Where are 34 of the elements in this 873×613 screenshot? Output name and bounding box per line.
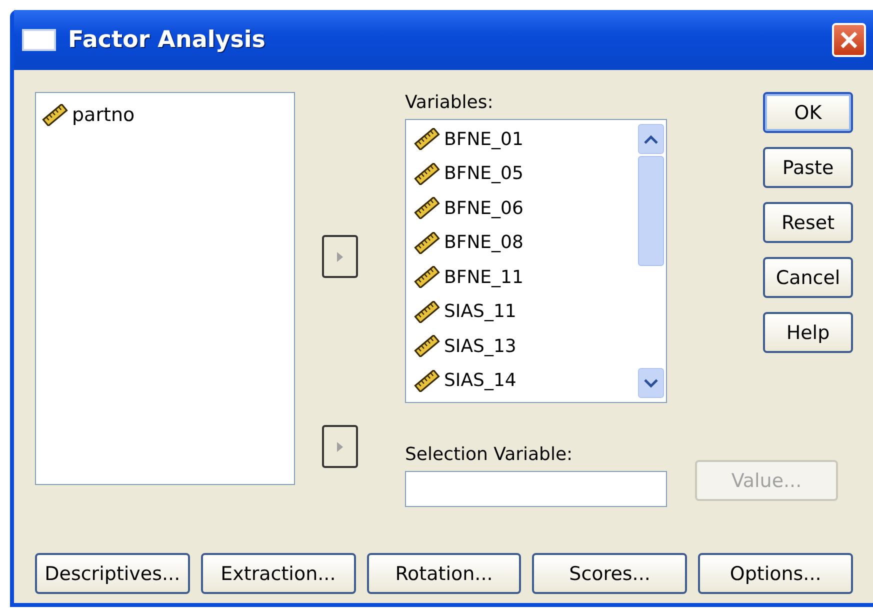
dialog-button[interactable]: Scores... <box>532 553 688 594</box>
variable-item[interactable]: BFNE_11 <box>414 260 636 294</box>
window-icon <box>22 29 56 51</box>
variable-item[interactable]: BFNE_06 <box>414 191 636 226</box>
dialog-button[interactable]: Rotation... <box>366 553 522 594</box>
move-button[interactable] <box>322 425 358 468</box>
variable-item[interactable]: partno <box>42 97 288 132</box>
dialog-button[interactable]: Help <box>763 312 853 353</box>
variable-item[interactable]: SIAS_14 <box>414 364 636 398</box>
source-variable-list[interactable]: partno <box>35 92 295 485</box>
dialog-button[interactable]: Options... <box>698 553 853 594</box>
window-title: Factor Analysis <box>68 27 266 53</box>
dialog-button[interactable]: Descriptives... <box>35 553 190 594</box>
arrow-right-icon <box>336 250 344 262</box>
dialog-button[interactable]: Paste <box>763 147 853 188</box>
variable-item[interactable]: BFNE_08 <box>414 226 636 260</box>
dialog-button[interactable]: Reset <box>763 202 853 243</box>
variable-item[interactable]: BFNE_01 <box>414 122 636 156</box>
dialog-button[interactable]: Cancel <box>763 257 853 298</box>
selection-variable-label: Selection Variable: <box>405 444 574 467</box>
move-button[interactable] <box>322 235 358 278</box>
dialog-button[interactable]: Extraction... <box>200 553 356 594</box>
variable-item[interactable]: BFNE_05 <box>414 156 636 191</box>
arrow-right-icon <box>336 440 344 452</box>
variables-list[interactable]: BFNE_01 BFNE_05 BFNE_06 BFNE_08 BFNE_11 SIAS_11 SIAS_13 SIAS_14 <box>405 119 667 403</box>
scroll-down-icon <box>644 378 658 388</box>
variable-item[interactable]: SIAS_11 <box>414 294 636 329</box>
close-button[interactable] <box>832 23 866 57</box>
close-icon <box>839 30 859 50</box>
variable-item[interactable]: SIAS_13 <box>414 329 636 364</box>
dialog-button[interactable]: OK <box>763 92 853 133</box>
scroll-up-icon <box>644 134 658 144</box>
variables-label: Variables: <box>405 92 494 115</box>
selection-variable-field[interactable] <box>405 471 667 507</box>
